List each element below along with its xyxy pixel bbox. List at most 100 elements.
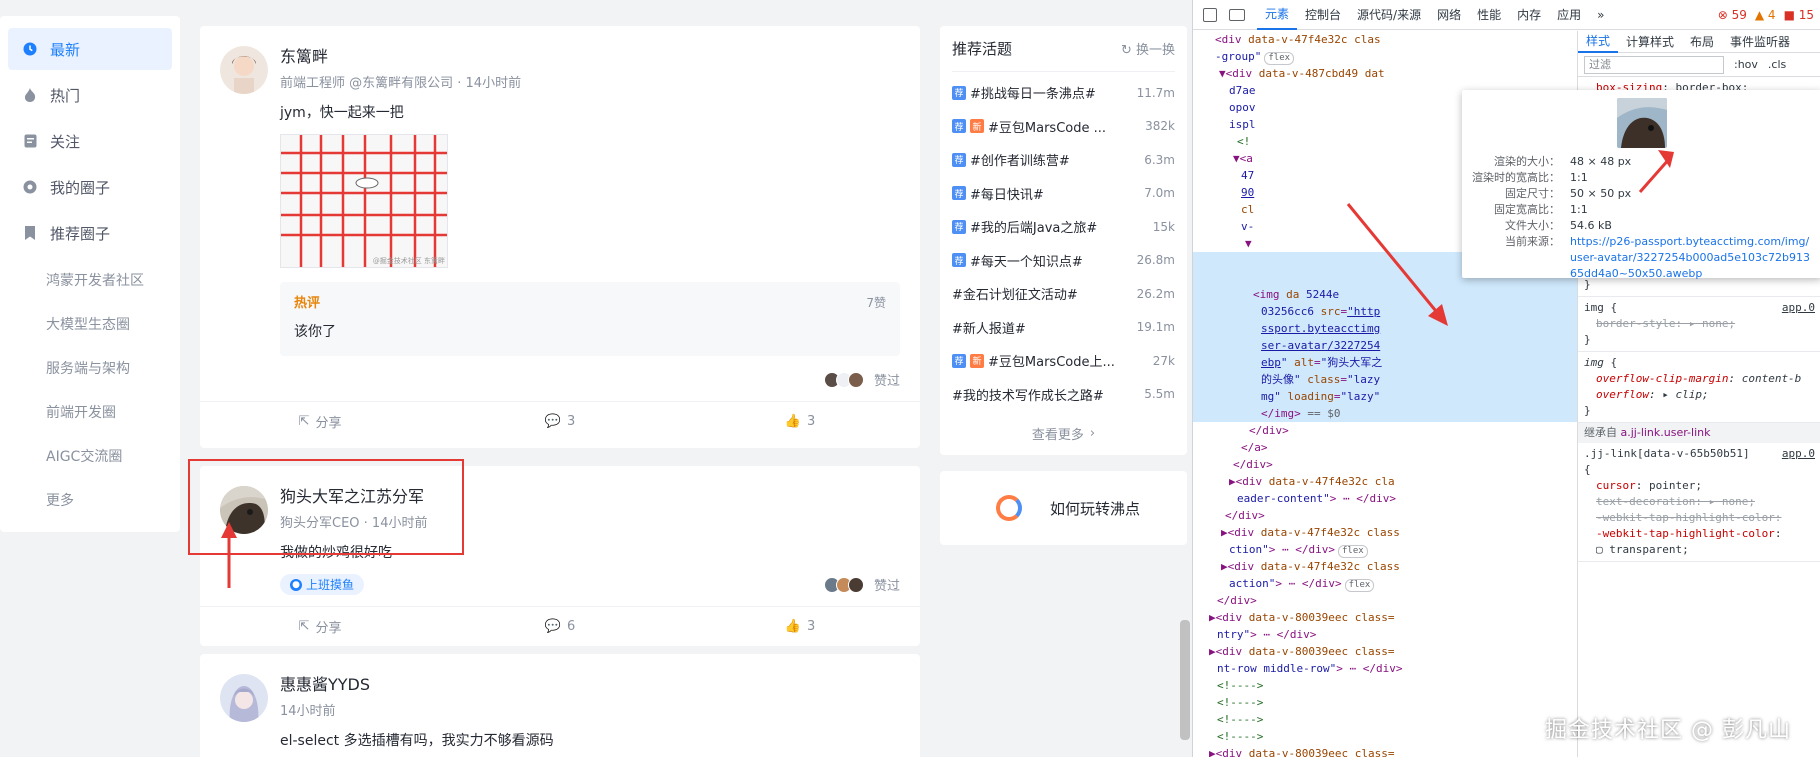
comment-button[interactable]: 💬 6: [440, 607, 680, 646]
dom-node-line[interactable]: 的头像" class="lazy: [1193, 371, 1577, 388]
inherit-target[interactable]: a.jj-link.user-link: [1621, 426, 1711, 439]
style-rule[interactable]: .jj-link[data-v-65b50b51] app.0{cursor: p…: [1578, 443, 1820, 562]
more-tabs-button[interactable]: »: [1589, 0, 1612, 30]
devtools-tab[interactable]: 性能: [1469, 0, 1509, 30]
dom-node-line[interactable]: </a>: [1193, 439, 1577, 456]
rec-badge: 荐: [952, 353, 966, 368]
avatar[interactable]: [220, 674, 268, 722]
filter-placeholder: 过滤: [1589, 57, 1611, 71]
author-name[interactable]: 惠惠酱YYDS: [280, 674, 370, 696]
topic-item[interactable]: 荐新 #豆包MarsCode上... 27k: [952, 344, 1175, 378]
author-name[interactable]: 东篱畔: [280, 46, 521, 68]
inspect-icon[interactable]: [1203, 7, 1217, 22]
topic-item[interactable]: 荐 #我的后端Java之旅# 15k: [952, 210, 1175, 244]
dom-node-line[interactable]: </div>: [1193, 507, 1577, 524]
styles-tab[interactable]: 布局: [1682, 34, 1722, 50]
liked-by[interactable]: 赞过: [200, 356, 920, 389]
nav-item-follow[interactable]: 关注: [8, 120, 172, 162]
dom-node-line[interactable]: ▶<div data-v-80039eec class=: [1193, 609, 1577, 626]
dom-node-line[interactable]: ▼<div data-v-487cbd49 dat: [1193, 65, 1577, 82]
topic-item[interactable]: 荐 #创作者训练营# 6.3m: [952, 143, 1175, 177]
dom-node-line[interactable]: mg" loading="lazy": [1193, 388, 1577, 405]
share-button[interactable]: ⇱ 分享: [200, 607, 440, 646]
topic-item[interactable]: 荐 #挑战每日一条沸点# 11.7m: [952, 76, 1175, 110]
dom-node-line[interactable]: -group" flex: [1193, 48, 1577, 65]
topic-item[interactable]: #金石计划征文活动# 26.2m: [952, 277, 1175, 311]
topics-card: 推荐活题 ↻ 换一换 荐 #挑战每日一条沸点# 11.7m 荐新 #豆包MarsCode…: [940, 26, 1187, 455]
hov-toggle[interactable]: :hov: [1734, 57, 1758, 73]
cls-toggle[interactable]: .cls: [1768, 57, 1786, 73]
topic-item[interactable]: 荐 #每天一个知识点# 26.8m: [952, 244, 1175, 278]
circle-aigc[interactable]: AIGC交流圈: [8, 434, 172, 478]
topic-item[interactable]: #新人报道# 19.1m: [952, 311, 1175, 345]
share-button[interactable]: ⇱ 分享: [200, 402, 440, 441]
circle-frontend[interactable]: 前端开发圈: [8, 390, 172, 434]
device-icon[interactable]: [1229, 8, 1245, 21]
topic-count: 27k: [1152, 353, 1175, 368]
dom-node-line[interactable]: ▶<div data-v-47f4e32c cla: [1193, 473, 1577, 490]
devtools-tab[interactable]: 内存: [1509, 0, 1549, 30]
like-button[interactable]: 👍 3: [680, 607, 920, 646]
dom-node-line[interactable]: ntry"> ⋯ </div>: [1193, 626, 1577, 643]
like-button[interactable]: 👍 3: [680, 402, 920, 441]
topic-item[interactable]: #我的技术写作成长之路# 5.5m: [952, 378, 1175, 412]
nav-item-hot[interactable]: 热门: [8, 74, 172, 116]
issue-counters[interactable]: ⊗ 59 ▲ 4 ■ 15: [1718, 8, 1820, 22]
screen: 最新 热门 关注 我的圈子 推荐圈子 鸿蒙开发者社区 大模型生态圈 服务端与架构…: [0, 0, 1820, 757]
dom-node-line[interactable]: ▶<div data-v-47f4e32c class: [1193, 524, 1577, 541]
page-scrollbar[interactable]: [1180, 620, 1190, 740]
hot-comment[interactable]: 热评 7赞 该你了: [280, 282, 900, 356]
style-filter-input[interactable]: 过滤: [1584, 55, 1724, 74]
dom-node-line[interactable]: <!---->: [1193, 728, 1577, 745]
circle-harmony[interactable]: 鸿蒙开发者社区: [8, 258, 172, 302]
styles-tab[interactable]: 计算样式: [1618, 34, 1682, 50]
dom-node-line[interactable]: <!---->: [1193, 711, 1577, 728]
more-topics-link[interactable]: 查看更多 ›: [952, 411, 1175, 455]
nav-item-recommended-circles[interactable]: 推荐圈子: [8, 212, 172, 254]
dom-node-line[interactable]: nt-row middle-row"> ⋯ </div>: [1193, 660, 1577, 677]
devtools-tab[interactable]: 元素: [1257, 0, 1298, 30]
new-badge: 新: [970, 119, 984, 134]
dom-node-line[interactable]: <!---->: [1193, 694, 1577, 711]
circle-llm[interactable]: 大模型生态圈: [8, 302, 172, 346]
dom-node-line[interactable]: </div>: [1193, 422, 1577, 439]
devtools-tab[interactable]: 控制台: [1297, 0, 1349, 30]
dom-node-line[interactable]: ▶<div data-v-47f4e32c class: [1193, 558, 1577, 575]
dom-node-line[interactable]: ction"> ⋯ </div> flex: [1193, 541, 1577, 558]
refresh-button[interactable]: ↻ 换一换: [1121, 39, 1175, 58]
styles-tab[interactable]: 样式: [1578, 31, 1619, 53]
nav-item-latest[interactable]: 最新: [8, 28, 172, 70]
devtools-tab[interactable]: 源代码/来源: [1349, 0, 1429, 30]
dom-node-line[interactable]: <!---->: [1193, 677, 1577, 694]
circle-backend[interactable]: 服务端与架构: [8, 346, 172, 390]
devtools-tab[interactable]: 应用: [1549, 0, 1589, 30]
rec-badge: 荐: [952, 219, 966, 234]
dom-node-line[interactable]: </div>: [1193, 592, 1577, 609]
circle-more[interactable]: 更多: [8, 478, 172, 522]
dom-node-line[interactable]: <div data-v-47f4e32c clas: [1193, 31, 1577, 48]
dom-node-line[interactable]: </img> == $0: [1193, 405, 1577, 422]
devtools-tabs: 元素 控制台 源代码/来源 网络 性能 内存 应用: [1257, 0, 1589, 30]
post-image[interactable]: @掘金技术社区 东篱畔: [280, 134, 448, 268]
topic-count: 11.7m: [1136, 85, 1175, 100]
avatar[interactable]: [220, 46, 268, 94]
devtools-tab[interactable]: 网络: [1429, 0, 1469, 30]
topic-name: #新人报道#: [952, 321, 1026, 337]
comment-button[interactable]: 💬 3: [440, 402, 680, 441]
topic-item[interactable]: 荐新 #豆包MarsCode ... 382k: [952, 110, 1175, 144]
dom-node-line[interactable]: ebp" alt="狗头大军之: [1193, 354, 1577, 371]
how-to-play-card[interactable]: 如何玩转沸点: [940, 471, 1187, 545]
style-rule[interactable]: img {overflow-clip-margin: content-b over…: [1578, 352, 1820, 423]
styles-tab[interactable]: 事件监听器: [1722, 34, 1798, 50]
nav-item-my-circles[interactable]: 我的圈子: [8, 166, 172, 208]
topic-item[interactable]: 荐 #每日快讯# 7.0m: [952, 177, 1175, 211]
dom-node-line[interactable]: ▶<div data-v-80039eec class=: [1193, 643, 1577, 660]
avatar: [847, 576, 864, 593]
dom-node-line[interactable]: eader-content"> ⋯ </div>: [1193, 490, 1577, 507]
topic-tag[interactable]: ● 上班摸鱼: [280, 574, 365, 595]
dom-node-line[interactable]: ▶<div data-v-80039eec class=: [1193, 745, 1577, 757]
topic-count: 382k: [1145, 119, 1175, 134]
dom-node-line[interactable]: </div>: [1193, 456, 1577, 473]
liked-by[interactable]: 赞过: [823, 565, 920, 594]
dom-node-line[interactable]: action"> ⋯ </div> flex: [1193, 575, 1577, 592]
